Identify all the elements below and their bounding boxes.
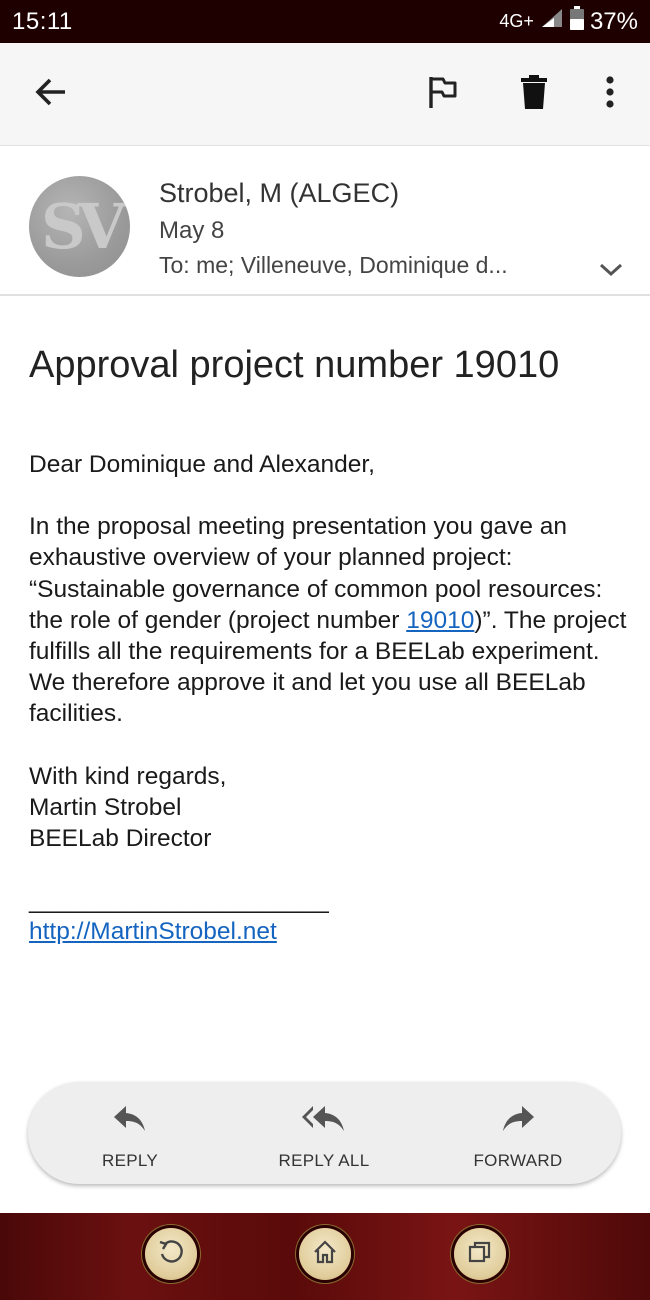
back-rotate-icon — [157, 1238, 185, 1271]
forward-label: FORWARD — [473, 1151, 563, 1170]
trash-icon — [521, 74, 547, 114]
arrow-left-icon — [35, 78, 67, 111]
body-paragraph: In the proposal meeting presentation you… — [29, 511, 629, 729]
app-toolbar — [0, 43, 650, 146]
sender-header: SV Strobel, M (ALGEC) May 8 To: me; Vill… — [0, 146, 650, 296]
sender-date: May 8 — [159, 217, 225, 244]
reply-all-label: REPLY ALL — [278, 1151, 370, 1170]
more-button[interactable] — [585, 69, 635, 119]
nav-back-button[interactable] — [145, 1228, 197, 1280]
greeting: Dear Dominique and Alexander, — [29, 451, 375, 478]
email-body: Dear Dominique and Alexander, In the pro… — [29, 449, 629, 948]
signature-name: Martin Strobel — [29, 793, 182, 821]
recents-icon — [466, 1238, 494, 1271]
project-number-link[interactable]: 19010 — [406, 607, 474, 634]
nav-home-button[interactable] — [299, 1228, 351, 1280]
reply-icon — [112, 1104, 148, 1139]
nav-recents-button[interactable] — [454, 1228, 506, 1280]
flag-icon — [428, 75, 458, 114]
avatar-initials: SV — [41, 190, 126, 263]
signature-title: BEELab Director — [29, 825, 212, 853]
forward-button[interactable]: FORWARD — [421, 1082, 615, 1184]
back-button[interactable] — [26, 69, 76, 119]
status-bar: 15:11 4G+ 37% — [0, 0, 650, 43]
signature-separator: ______________________ — [29, 887, 329, 915]
battery-icon — [569, 6, 584, 37]
chevron-down-icon — [596, 263, 626, 288]
status-icons: 4G+ 37% — [499, 6, 638, 37]
forward-icon — [500, 1104, 536, 1139]
reply-all-icon — [301, 1104, 347, 1139]
battery-level: 37% — [589, 7, 638, 35]
email-subject: Approval project number 19010 — [29, 344, 560, 386]
system-nav-bar — [0, 1213, 650, 1300]
action-bar: REPLY REPLY ALL FORWARD — [28, 1082, 621, 1184]
expand-details-button[interactable] — [596, 254, 626, 284]
sender-name: Strobel, M (ALGEC) — [159, 178, 400, 208]
closing: With kind regards, — [29, 762, 227, 790]
recipients: To: me; Villeneuve, Dominique d... — [159, 252, 508, 278]
reply-all-button[interactable]: REPLY ALL — [227, 1082, 421, 1184]
delete-button[interactable] — [509, 69, 559, 119]
home-icon — [311, 1238, 339, 1271]
reply-label: REPLY — [102, 1151, 158, 1170]
reply-button[interactable]: REPLY — [33, 1082, 227, 1184]
network-type: 4G+ — [499, 11, 534, 31]
status-time: 15:11 — [12, 7, 73, 35]
website-link[interactable]: http://MartinStrobel.net — [29, 918, 277, 945]
signal-icon — [540, 7, 564, 36]
more-vert-icon — [606, 75, 614, 113]
avatar[interactable]: SV — [29, 176, 130, 277]
flag-button[interactable] — [418, 69, 468, 119]
